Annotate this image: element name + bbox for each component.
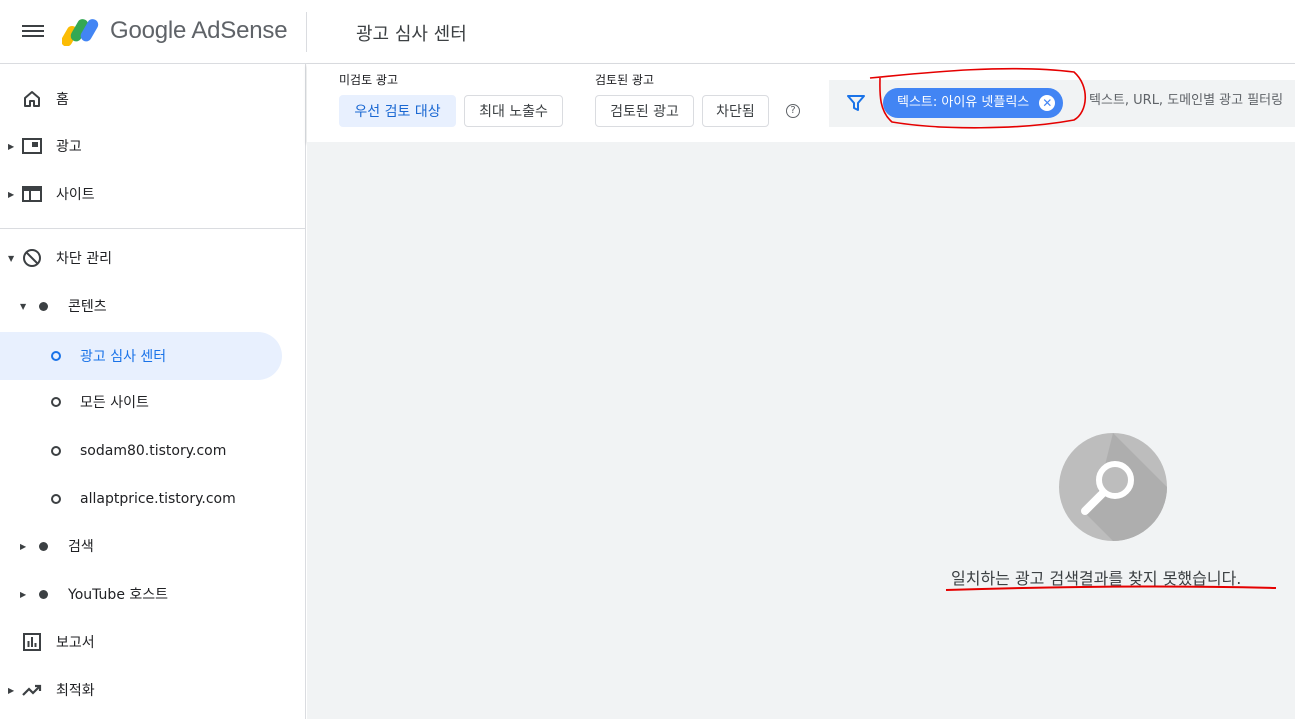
- sidebar-item-home[interactable]: 홈: [0, 75, 290, 123]
- page-title: 광고 심사 센터: [356, 24, 467, 45]
- sidebar-item-label: allaptprice.tistory.com: [80, 491, 236, 507]
- sidebar-item-optimization[interactable]: ▶ 최적화: [0, 666, 290, 714]
- sidebar-item-label: 콘텐츠: [68, 299, 107, 315]
- sidebar-item-ad-review-center[interactable]: 광고 심사 센터: [0, 332, 282, 380]
- no-results-search-icon: [1059, 433, 1167, 541]
- sidebar-item-reports[interactable]: 보고서: [0, 618, 290, 666]
- max-impressions-chip[interactable]: 최대 노출수: [464, 95, 563, 127]
- web-icon: [22, 186, 42, 202]
- expand-caret-icon: ▶: [8, 685, 15, 695]
- sidebar-item-site[interactable]: sodam80.tistory.com: [0, 427, 290, 475]
- sidebar-item-label: 사이트: [56, 187, 95, 203]
- sidebar-item-label: 차단 관리: [56, 251, 112, 267]
- sidebar-item-label: 광고 심사 센터: [80, 349, 167, 365]
- expand-caret-icon: ▶: [8, 189, 15, 199]
- ad-filter-search[interactable]: 텍스트: 아이유 넷플릭스 ✕: [829, 80, 1295, 127]
- sidebar-item-site[interactable]: allaptprice.tistory.com: [0, 475, 290, 523]
- filter-icon[interactable]: [847, 94, 865, 112]
- reviewed-ads-chip[interactable]: 검토된 광고: [595, 95, 694, 127]
- adsense-logo-icon: [62, 19, 99, 46]
- sidebar-item-search[interactable]: ▶ 검색: [0, 522, 290, 570]
- sidebar-item-content[interactable]: ▼ 콘텐츠: [0, 282, 290, 330]
- bullet-icon: [39, 301, 48, 311]
- bullet-icon: [39, 589, 48, 599]
- menu-icon[interactable]: [22, 22, 44, 42]
- block-icon: [23, 249, 41, 267]
- sidebar-item-label: 홈: [56, 92, 69, 108]
- sidebar-item-label: 보고서: [56, 635, 95, 651]
- expand-caret-icon: ▶: [20, 589, 27, 599]
- main-content: 일치하는 광고 검색결과를 찾지 못했습니다.: [307, 142, 1295, 719]
- blocked-chip[interactable]: 차단됨: [702, 95, 769, 127]
- sidebar-nav: 홈 ▶ 광고 ▶ 사이트 ▼ 차단 관리 ▼ 콘텐츠 광고 심사 센터 모든 사…: [0, 64, 306, 719]
- active-filter-label: 텍스트: 아이유 넷플릭스: [897, 95, 1030, 110]
- remove-filter-icon[interactable]: ✕: [1039, 95, 1056, 111]
- ring-bullet-icon: [51, 446, 61, 456]
- bar-chart-icon: [23, 633, 41, 651]
- collapse-caret-icon: ▼: [20, 301, 27, 311]
- active-filter-chip[interactable]: 텍스트: 아이유 넷플릭스 ✕: [883, 88, 1064, 118]
- ad-unit-icon: [22, 138, 42, 154]
- home-icon: [24, 91, 40, 107]
- filter-search-input[interactable]: [1089, 93, 1295, 108]
- sidebar-item-sites[interactable]: ▶ 사이트: [0, 170, 290, 218]
- sidebar-item-label: 최적화: [56, 683, 95, 699]
- collapse-caret-icon: ▼: [8, 253, 15, 263]
- sidebar-item-blocking[interactable]: ▼ 차단 관리: [0, 234, 290, 282]
- help-icon[interactable]: ?: [786, 104, 800, 118]
- priority-review-chip[interactable]: 우선 검토 대상: [339, 95, 456, 127]
- header-divider: [306, 12, 307, 52]
- expand-caret-icon: ▶: [20, 541, 27, 551]
- sidebar-divider: [0, 228, 306, 229]
- no-results-message: 일치하는 광고 검색결과를 찾지 못했습니다.: [951, 569, 1242, 588]
- sidebar-item-label: sodam80.tistory.com: [80, 443, 227, 459]
- sidebar-item-youtube-host[interactable]: ▶ YouTube 호스트: [0, 570, 290, 618]
- sidebar-item-label: 검색: [68, 539, 94, 555]
- ring-bullet-icon: [51, 397, 61, 407]
- ring-bullet-icon: [51, 494, 61, 504]
- bullet-icon: [39, 541, 48, 551]
- sidebar-item-all-sites[interactable]: 모든 사이트: [0, 378, 290, 426]
- expand-caret-icon: ▶: [8, 141, 15, 151]
- top-app-bar: Google AdSense 광고 심사 센터: [0, 0, 1295, 64]
- trending-up-icon: [22, 684, 42, 696]
- reviewed-group-label: 검토된 광고: [595, 73, 655, 87]
- ring-bullet-icon: [51, 351, 61, 361]
- unreviewed-group-label: 미검토 광고: [339, 73, 399, 87]
- sidebar-item-ads[interactable]: ▶ 광고: [0, 122, 290, 170]
- sidebar-item-label: YouTube 호스트: [68, 587, 169, 603]
- sidebar-item-label: 광고: [56, 139, 82, 155]
- sidebar-item-label: 모든 사이트: [80, 395, 149, 411]
- filter-bar: 미검토 광고 우선 검토 대상 최대 노출수 검토된 광고 검토된 광고 차단됨…: [307, 64, 1295, 142]
- brand-name: Google AdSense: [110, 17, 288, 44]
